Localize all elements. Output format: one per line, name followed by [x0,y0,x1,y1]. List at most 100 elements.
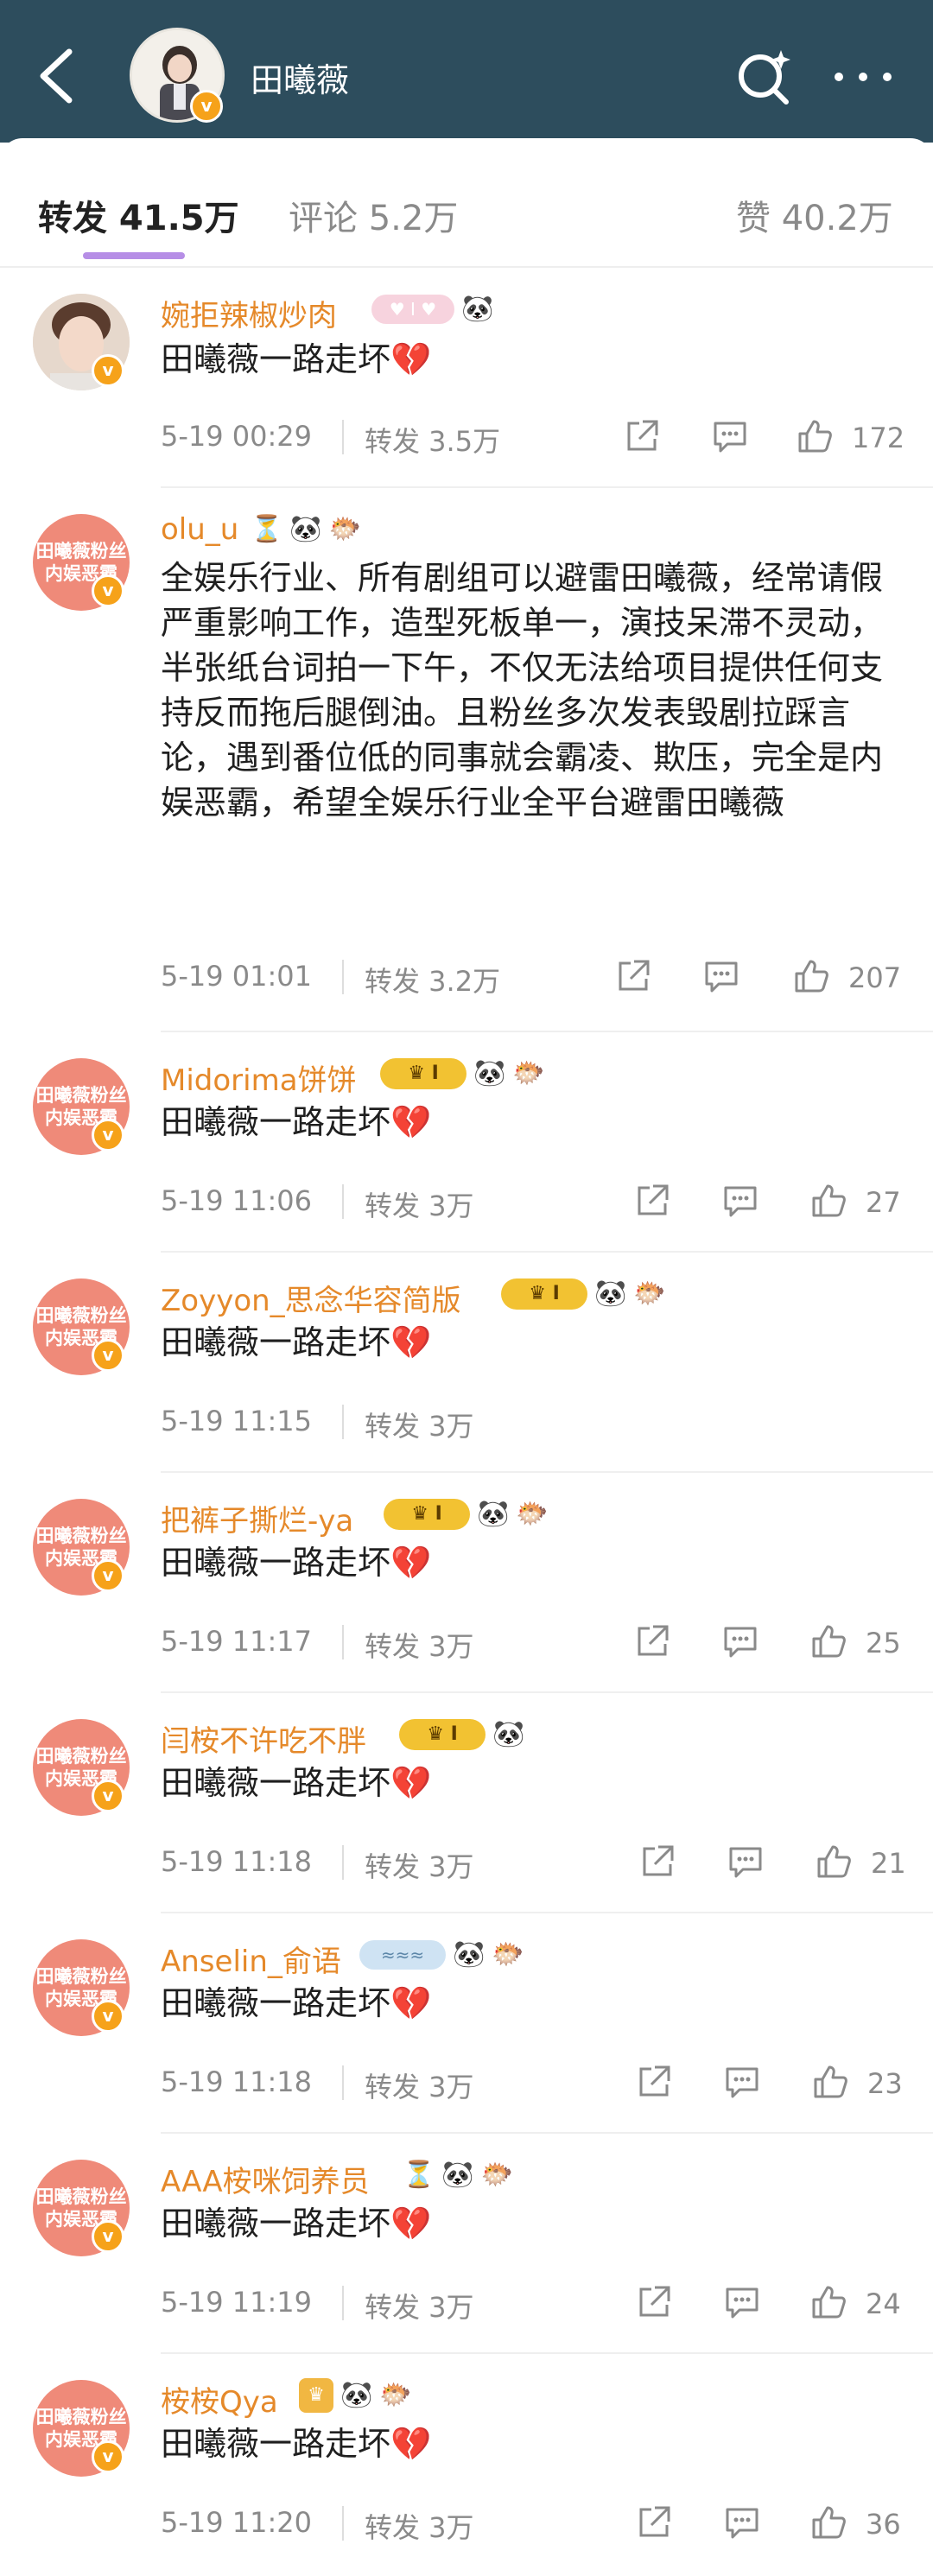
panda-icon: 🐼 [453,1939,486,1970]
username[interactable]: olu_u [161,512,238,547]
vip-badge: ♛ I [399,1719,486,1750]
panda-icon: 🐼 [461,294,494,324]
top-bar: v 田曦薇 [0,0,933,143]
back-chevron-icon[interactable] [31,45,83,107]
separator [342,960,344,994]
search-icon[interactable] [733,45,795,107]
like-count: 25 [866,1627,901,1659]
username[interactable]: Zoyyon_思念华容简版 [161,1277,461,1319]
avatar-text-line1: 田曦薇粉丝 [35,1085,127,1106]
repost-text: 田曦薇一路走坏💔 [161,1323,432,1361]
comment-icon[interactable] [722,2503,762,2542]
verified-badge: v [92,2000,124,2033]
timestamp: 5-19 11:18 [161,2065,313,2098]
separator [342,1405,344,1439]
like-icon[interactable] [810,2062,850,2102]
fish-icon: 🐡 [379,2380,412,2410]
repost-text: 田曦薇一路走坏💔 [161,340,432,378]
avatar-text-line1: 田曦薇粉丝 [35,2407,127,2427]
share-icon[interactable] [634,2282,674,2322]
hourglass-icon: ⏳ [403,2160,435,2190]
repost-item: 田曦薇粉丝 内娱恶霸 v Midorima饼饼 ♛ I 🐼 🐡 田曦薇一路走坏💔 5-… [0,1032,933,1253]
like-count: 172 [852,422,905,454]
repost-item: 田曦薇粉丝 内娱恶霸 v Anselin_俞语 ≈≈≈ 🐼 🐡 田曦薇一路走坏💔 5-… [0,1913,933,2134]
verified-badge: v [92,354,124,387]
repost-meta: 5-19 00:29 转发 3.5万 172 [161,415,921,458]
user-badges: ⏳ 🐼 🐡 [251,512,368,550]
comment-icon[interactable] [726,1842,765,1881]
fan-level-badge: ≈≈≈ [359,1940,446,1970]
timestamp: 5-19 00:29 [161,420,313,453]
timestamp: 5-19 11:15 [161,1405,313,1437]
separator [342,1625,344,1659]
separator [342,2286,344,2320]
comment-icon[interactable] [722,2282,762,2322]
user-badges: ♛ I 🐼 🐡 [501,1277,673,1315]
comment-icon[interactable] [701,956,741,996]
repost-count: 转发 3万 [365,2511,474,2544]
fish-icon: 🐡 [328,514,362,544]
panda-icon: 🐼 [289,514,322,544]
share-icon[interactable] [634,2062,674,2102]
username[interactable]: 闫桉不许吃不胖 [161,1717,366,1760]
tab-comments[interactable]: 评论 5.2万 [289,190,458,240]
like-icon[interactable] [814,1842,854,1881]
vip-badge: ♛ I [384,1499,470,1530]
repost-text: 田曦薇一路走坏💔 [161,1544,432,1582]
username[interactable]: AAA桉咪饲养员 [161,2158,370,2200]
avatar-text-line1: 田曦薇粉丝 [35,1966,127,1987]
repost-count: 转发 3.5万 [365,425,501,458]
avatar-text-line1: 田曦薇粉丝 [35,541,127,562]
more-options-icon[interactable] [829,54,898,97]
repost-text: 田曦薇一路走坏💔 [161,2205,432,2243]
page-title: 田曦薇 [251,61,350,99]
comment-icon[interactable] [722,2062,762,2102]
repost-meta: 5-19 11:06 转发 3万 27 [161,1179,921,1222]
repost-count: 转发 3万 [365,1630,474,1663]
username[interactable]: 婉拒辣椒炒肉 [161,292,337,334]
panda-icon: 🐼 [492,1719,525,1749]
repost-meta: 5-19 11:18 转发 3万 21 [161,1840,921,1883]
panda-icon: 🐼 [441,2160,474,2190]
username[interactable]: Midorima饼饼 [161,1056,357,1099]
share-icon[interactable] [634,2503,674,2542]
fish-icon: 🐡 [633,1278,666,1309]
username[interactable]: Anselin_俞语 [161,1938,341,1980]
repost-item: 田曦薇粉丝 内娱恶霸 v 桉桉Qya ♛ 🐼 🐡 田曦薇一路走坏💔 5-19 11:2… [0,2354,933,2576]
like-icon[interactable] [791,956,831,996]
like-icon[interactable] [809,1181,848,1221]
vip-badge: ♛ I [501,1278,587,1310]
verified-badge: v [190,90,223,123]
share-icon[interactable] [622,416,662,456]
like-icon[interactable] [809,2282,848,2322]
repost-count: 转发 3万 [365,2291,474,2324]
comment-icon[interactable] [710,416,750,456]
comment-icon[interactable] [720,1621,760,1661]
like-icon[interactable] [809,2503,848,2542]
repost-count: 转发 3万 [365,1410,474,1443]
username[interactable]: 桉桉Qya [161,2378,278,2421]
verified-badge: v [92,1339,124,1372]
share-icon[interactable] [613,956,653,996]
panda-icon: 🐼 [594,1278,627,1309]
panda-icon: 🐼 [473,1058,506,1088]
share-icon[interactable] [638,1842,677,1881]
repost-count: 转发 3万 [365,2071,474,2103]
username[interactable]: 把裤子撕烂-ya [161,1497,353,1539]
comment-icon[interactable] [720,1181,760,1221]
repost-text: 全娱乐行业、所有剧组可以避雷田曦薇，经常请假严重影响工作，造型死板单一，演技呆滞… [161,559,884,822]
timestamp: 5-19 11:19 [161,2286,313,2319]
tab-reposts[interactable]: 转发 41.5万 [38,190,239,240]
tab-likes[interactable]: 赞 40.2万 [736,190,893,240]
like-count: 23 [867,2067,903,2100]
like-icon[interactable] [809,1621,848,1661]
share-icon[interactable] [632,1181,672,1221]
like-icon[interactable] [795,416,835,456]
share-icon[interactable] [632,1621,672,1661]
separator [342,1845,344,1880]
separator [342,2506,344,2541]
separator [342,2065,344,2100]
repost-meta: 5-19 01:01 转发 3.2万 207 [161,955,921,998]
vip-badge: ♛ I [380,1058,466,1089]
user-badges: ≈≈≈ 🐼 🐡 [359,1938,531,1976]
